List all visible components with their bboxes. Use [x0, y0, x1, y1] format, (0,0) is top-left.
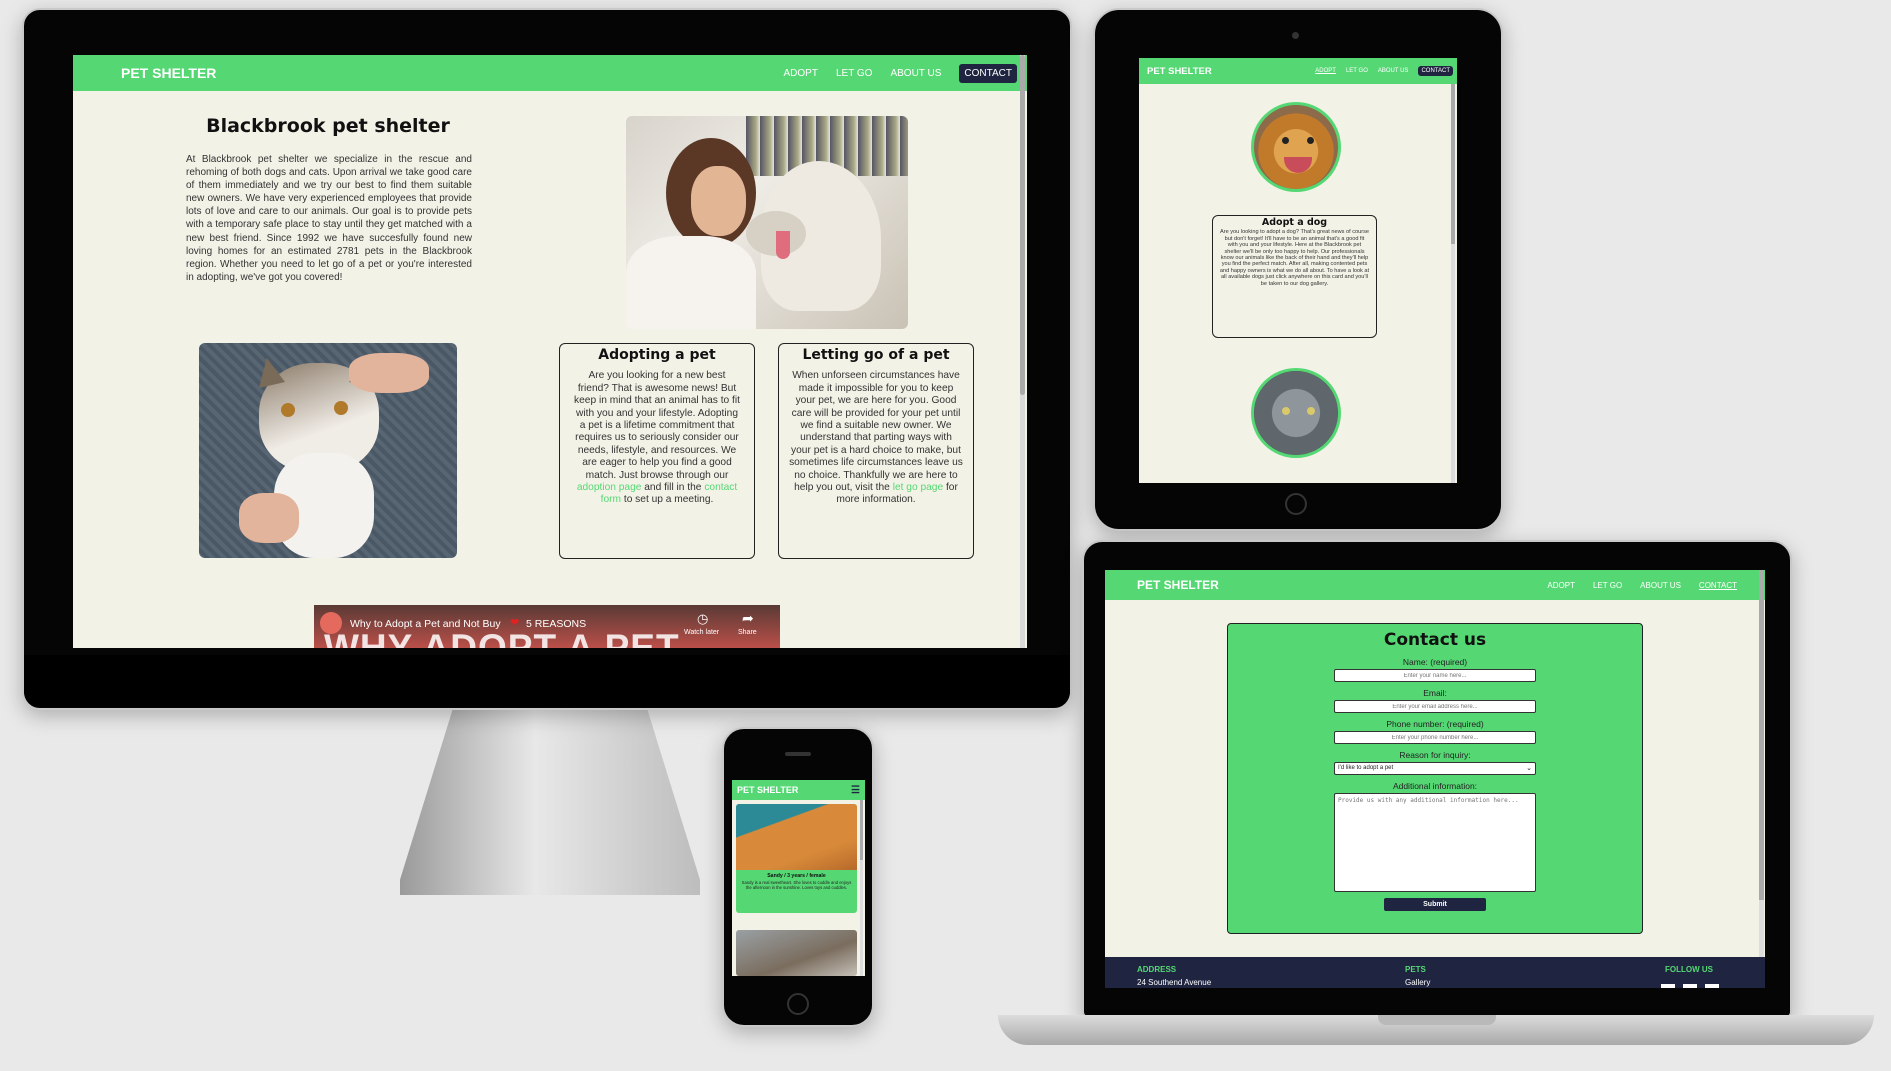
additional-info-field[interactable]: [1334, 793, 1536, 892]
monitor-chin: [24, 655, 1070, 707]
phone-screen: PET SHELTER ☰ Sandy / 3 years / female S…: [732, 780, 865, 976]
youtube-video-embed[interactable]: Why to Adopt a Pet and Not Buy ❤ 5 REASO…: [314, 605, 780, 648]
laptop-nav-let-go[interactable]: LET GO: [1593, 581, 1622, 590]
submit-button[interactable]: Submit: [1384, 898, 1486, 911]
adopting-card: Adopting a pet Are you looking for a new…: [559, 343, 755, 559]
monitor-stand: [400, 705, 700, 895]
social-icon[interactable]: [1705, 984, 1719, 988]
pet-description: Sandy is a real sweetheart. She loves to…: [741, 880, 852, 890]
nav-about[interactable]: ABOUT US: [890, 68, 941, 79]
page-title: Blackbrook pet shelter: [206, 115, 450, 137]
adopting-card-text-mid: and fill in the: [644, 482, 702, 494]
page-scrollbar[interactable]: [1020, 55, 1025, 648]
reason-label: Reason for inquiry:: [1399, 750, 1471, 760]
video-overlay-text: WHY ADOPT A PET: [324, 627, 680, 648]
letting-go-card-title: Letting go of a pet: [802, 347, 950, 363]
social-icon[interactable]: [1661, 984, 1675, 988]
email-field[interactable]: [1334, 700, 1536, 713]
laptop-scrollbar[interactable]: [1759, 570, 1764, 957]
footer-gallery-link[interactable]: Gallery: [1405, 978, 1430, 987]
adoption-page-link[interactable]: adoption page: [577, 482, 642, 493]
reason-select-value: I'd like to adopt a pet: [1338, 765, 1394, 771]
tablet-camera: [1292, 32, 1299, 39]
phone-brand[interactable]: PET SHELTER: [737, 785, 798, 795]
email-label: Email:: [1423, 688, 1447, 698]
letting-go-card: Letting go of a pet When unforseen circu…: [778, 343, 974, 559]
share-label: Share: [738, 629, 757, 636]
footer-pets-heading: PETS: [1405, 965, 1426, 974]
phone-speaker: [785, 752, 811, 756]
name-label: Name: (required): [1402, 657, 1468, 667]
tablet-home-button[interactable]: [1285, 493, 1307, 515]
watch-later-label: Watch later: [684, 629, 720, 636]
phone-navbar: PET SHELTER ☰: [732, 780, 865, 800]
laptop-nav-about[interactable]: ABOUT US: [1640, 581, 1681, 590]
info-label: Additional information:: [1392, 781, 1478, 791]
laptop-nav-adopt[interactable]: ADOPT: [1547, 581, 1575, 590]
watch-later-icon[interactable]: ◷: [697, 611, 708, 627]
woman-with-dog-image: [626, 116, 908, 329]
adopting-card-text: Are you looking for a new best friend? T…: [574, 370, 740, 481]
desktop-screen: PET SHELTER ADOPT LET GO ABOUT US CONTAC…: [73, 55, 1027, 648]
laptop-navbar: PET SHELTER ADOPT LET GO ABOUT US CONTAC…: [1105, 570, 1765, 600]
reason-select[interactable]: I'd like to adopt a pet ⌄: [1334, 762, 1536, 775]
adopting-card-text-end: to set up a meeting.: [623, 494, 714, 506]
let-go-page-link[interactable]: let go page: [893, 482, 943, 493]
adopt-dog-card-text: Are you looking to adopt a dog? That's g…: [1219, 229, 1370, 287]
footer-follow-heading: FOLLOW US: [1665, 965, 1713, 974]
nav-contact[interactable]: CONTACT: [959, 63, 1017, 83]
phone-label: Phone number: (required): [1386, 719, 1484, 729]
adopting-card-title: Adopting a pet: [598, 347, 716, 363]
brand-logo[interactable]: PET SHELTER: [121, 65, 216, 81]
sandy-cat-image: [736, 804, 857, 870]
name-field[interactable]: [1334, 669, 1536, 682]
tablet-nav-let-go[interactable]: LET GO: [1346, 68, 1368, 74]
social-icon[interactable]: [1683, 984, 1697, 988]
cat-in-sweater-image: [199, 343, 457, 558]
phone-scrollbar[interactable]: [860, 800, 863, 976]
contact-form-panel: Contact us Name: (required) Email: Phone…: [1227, 623, 1643, 934]
dog-portrait-image: [1251, 102, 1341, 192]
laptop-screen: PET SHELTER ADOPT LET GO ABOUT US CONTAC…: [1105, 570, 1765, 988]
tablet-nav-about[interactable]: ABOUT US: [1378, 68, 1409, 74]
tablet-nav-adopt[interactable]: ADOPT: [1315, 68, 1336, 74]
cat-portrait-image: [1251, 368, 1341, 458]
pet-card[interactable]: Sandy / 3 years / female Sandy is a real…: [736, 804, 857, 913]
navbar: PET SHELTER ADOPT LET GO ABOUT US CONTAC…: [73, 55, 1027, 91]
laptop-nav-contact[interactable]: CONTACT: [1699, 581, 1737, 590]
share-icon[interactable]: ➦: [742, 610, 754, 627]
nav-adopt[interactable]: ADOPT: [784, 68, 818, 79]
laptop-footer: ADDRESS 24 Southend Avenue PETS Gallery …: [1105, 957, 1765, 988]
phone-field[interactable]: [1334, 731, 1536, 744]
letting-go-card-text: When unforseen circumstances have made i…: [789, 370, 963, 494]
tablet-screen: PET SHELTER ADOPT LET GO ABOUT US CONTAC…: [1139, 58, 1457, 483]
contact-form-title: Contact us: [1383, 630, 1487, 650]
intro-text: At Blackbrook pet shelter we specialize …: [186, 154, 472, 283]
hamburger-icon[interactable]: ☰: [851, 785, 860, 796]
nav-let-go[interactable]: LET GO: [836, 68, 873, 79]
tablet-nav-contact[interactable]: CONTACT: [1418, 66, 1453, 76]
laptop-brand[interactable]: PET SHELTER: [1137, 578, 1219, 592]
chevron-down-icon: ⌄: [1526, 765, 1532, 772]
tablet-scrollbar[interactable]: [1451, 84, 1455, 483]
second-pet-image: [736, 930, 857, 976]
laptop-notch: [1378, 1015, 1496, 1025]
footer-address-heading: ADDRESS: [1137, 965, 1177, 974]
footer-address-line: 24 Southend Avenue: [1137, 978, 1212, 987]
phone-home-button[interactable]: [787, 993, 809, 1015]
tablet-navbar: PET SHELTER ADOPT LET GO ABOUT US CONTAC…: [1139, 58, 1457, 84]
adopt-dog-card-title: Adopt a dog: [1261, 217, 1328, 228]
adopt-dog-card[interactable]: Adopt a dog Are you looking to adopt a d…: [1212, 215, 1377, 338]
tablet-brand[interactable]: PET SHELTER: [1147, 66, 1212, 77]
